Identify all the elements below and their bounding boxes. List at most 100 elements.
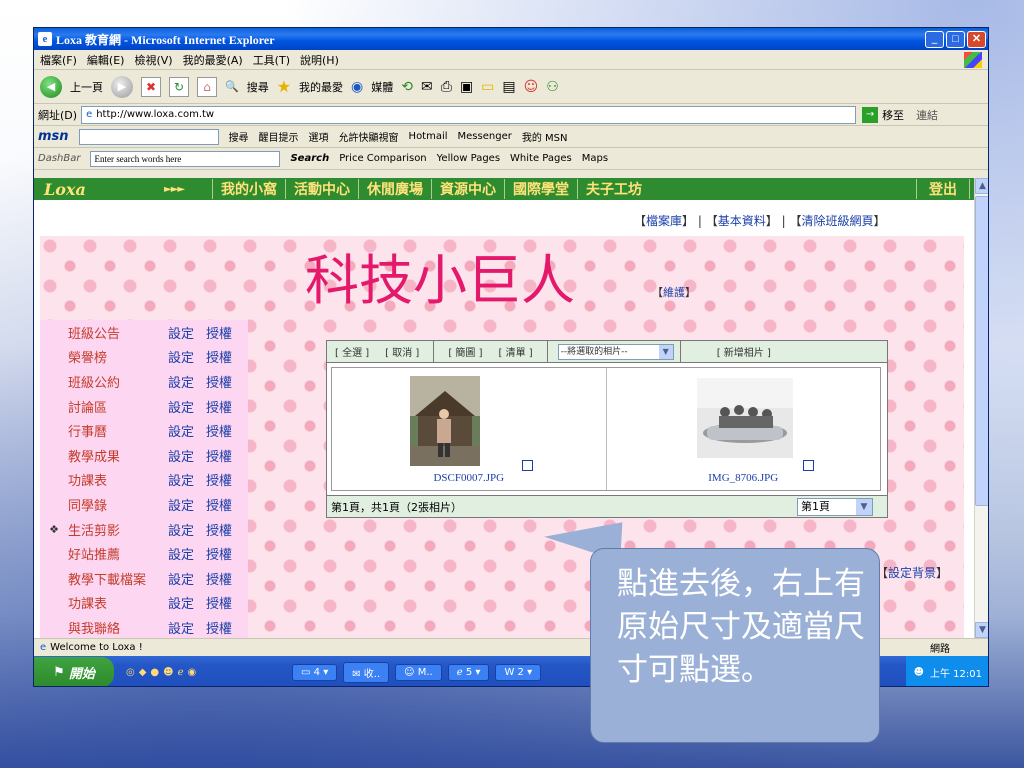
close-button[interactable]: ✕: [967, 30, 986, 48]
yellow-pages-link[interactable]: Yellow Pages: [437, 153, 500, 164]
selected-photos-action-select[interactable]: --將選取的相片-- ▼: [557, 343, 674, 360]
add-photo-button[interactable]: [ 新增相片 ]: [709, 344, 779, 359]
maps-link[interactable]: Maps: [582, 153, 608, 164]
list-view-button[interactable]: [ 清單 ]: [491, 344, 541, 359]
side-menu-permission-link[interactable]: 授權: [206, 372, 244, 391]
side-menu-item[interactable]: 班級公約: [68, 372, 168, 391]
links-label[interactable]: 連結: [916, 107, 938, 123]
side-menu-settings-link[interactable]: 設定: [168, 618, 206, 637]
maintain-link-label[interactable]: 維護: [663, 286, 685, 299]
side-menu-permission-link[interactable]: 授權: [206, 421, 244, 440]
logout-button[interactable]: 登出: [916, 179, 970, 199]
nav-leisure[interactable]: 休閒廣場: [358, 179, 431, 199]
side-menu-item[interactable]: 好站推薦: [68, 544, 168, 563]
nav-international[interactable]: 國際學堂: [504, 179, 577, 199]
stop-icon[interactable]: ✖: [141, 76, 161, 97]
scroll-thumb[interactable]: [975, 196, 988, 506]
side-menu-settings-link[interactable]: 設定: [168, 593, 206, 612]
mail-icon[interactable]: ✉: [421, 79, 433, 95]
home-icon[interactable]: ⌂: [197, 76, 217, 97]
side-menu-item[interactable]: 榮譽榜: [68, 347, 168, 366]
loxa-logo[interactable]: Loxa: [34, 180, 164, 199]
messenger-icon[interactable]: ☺: [524, 79, 539, 95]
nav-teacher[interactable]: 夫子工坊: [577, 179, 650, 199]
side-menu-permission-link[interactable]: 授權: [206, 520, 244, 539]
photo-filename[interactable]: IMG_8706.JPG: [607, 472, 881, 484]
address-input[interactable]: e http://www.loxa.com.tw: [81, 105, 857, 124]
side-menu-settings-link[interactable]: 設定: [168, 397, 206, 416]
minimize-button[interactable]: _: [925, 30, 944, 48]
msn-highlight-button[interactable]: 醒目提示: [259, 129, 299, 144]
set-background-link[interactable]: 設定背景: [888, 566, 936, 580]
contacts-icon[interactable]: ⚇: [546, 79, 559, 95]
side-menu-permission-link[interactable]: 授權: [206, 347, 244, 366]
maximize-button[interactable]: □: [946, 30, 965, 48]
side-menu-permission-link[interactable]: 授權: [206, 470, 244, 489]
clock[interactable]: 上午 12:01: [930, 665, 982, 680]
taskbar-item-messenger[interactable]: ☺ M..: [395, 663, 442, 681]
archive-link[interactable]: 檔案庫: [646, 214, 682, 228]
dashbar-search-button[interactable]: Search: [290, 153, 329, 164]
menu-tools[interactable]: 工具(T): [253, 52, 290, 68]
hotmail-button[interactable]: Hotmail: [409, 131, 448, 142]
menu-favorites[interactable]: 我的最愛(A): [183, 52, 243, 68]
side-menu-settings-link[interactable]: 設定: [168, 323, 206, 342]
side-menu-permission-link[interactable]: 授權: [206, 323, 244, 342]
messenger-button[interactable]: Messenger: [458, 131, 512, 142]
side-menu-item[interactable]: 功課表: [68, 470, 168, 489]
search-button-label[interactable]: 搜尋: [247, 79, 269, 95]
go-button-label[interactable]: 移至: [882, 107, 904, 123]
select-all-button[interactable]: [ 全選 ]: [327, 344, 377, 359]
nav-resources[interactable]: 資源中心: [431, 179, 504, 199]
scroll-up-icon[interactable]: ▲: [975, 178, 988, 194]
side-menu-permission-link[interactable]: 授權: [206, 495, 244, 514]
dashbar-search-input[interactable]: Enter search words here: [90, 150, 281, 167]
side-menu-item[interactable]: 行事曆: [68, 421, 168, 440]
quick-launch-icons[interactable]: ◎◆●☻ℯ◉: [126, 667, 286, 678]
photo-thumbnail[interactable]: [696, 378, 793, 458]
side-menu-settings-link[interactable]: 設定: [168, 520, 206, 539]
white-pages-link[interactable]: White Pages: [510, 153, 572, 164]
media-icon[interactable]: ◉: [351, 79, 363, 95]
msn-options-button[interactable]: 選項: [309, 129, 329, 144]
clear-class-page-link[interactable]: 清除班級網頁: [801, 214, 873, 228]
side-menu-item[interactable]: 教學成果: [68, 446, 168, 465]
side-menu-settings-link[interactable]: 設定: [168, 446, 206, 465]
taskbar-item-inbox[interactable]: ✉ 收..: [343, 661, 390, 683]
search-icon[interactable]: 🔍: [225, 80, 239, 93]
side-menu-settings-link[interactable]: 設定: [168, 347, 206, 366]
menu-view[interactable]: 檢視(V): [134, 52, 172, 68]
menu-file[interactable]: 檔案(F): [40, 52, 77, 68]
side-menu-permission-link[interactable]: 授權: [206, 397, 244, 416]
side-menu-settings-link[interactable]: 設定: [168, 372, 206, 391]
media-button-label[interactable]: 媒體: [371, 79, 393, 95]
favorites-button-label[interactable]: 我的最愛: [299, 79, 343, 95]
my-msn-button[interactable]: 我的 MSN: [522, 129, 568, 144]
photo-checkbox[interactable]: [802, 460, 814, 471]
side-menu-permission-link[interactable]: 授權: [206, 618, 244, 637]
side-menu-settings-link[interactable]: 設定: [168, 495, 206, 514]
side-menu-permission-link[interactable]: 授權: [206, 544, 244, 563]
side-menu-item[interactable]: 教學下載檔案: [68, 569, 168, 588]
page-select[interactable]: 第1頁 ▼: [797, 498, 873, 516]
photo-filename[interactable]: DSCF0007.JPG: [332, 472, 606, 484]
msn-logo[interactable]: msn: [38, 129, 69, 144]
msn-search-button[interactable]: 搜尋: [229, 129, 249, 144]
vertical-scrollbar[interactable]: ▲ ▼: [974, 178, 988, 638]
msn-search-input[interactable]: [78, 128, 219, 145]
start-button[interactable]: ⚑ 開始: [34, 657, 114, 686]
side-menu-item[interactable]: 與我聯絡: [68, 618, 168, 637]
cancel-button[interactable]: [ 取消 ]: [377, 344, 427, 359]
side-menu-item[interactable]: 討論區: [68, 397, 168, 416]
side-menu-item[interactable]: 班級公告: [68, 323, 168, 342]
side-menu-item[interactable]: 功課表: [68, 593, 168, 612]
print-icon[interactable]: ⎙: [441, 79, 452, 95]
folder-icon[interactable]: ▭: [481, 79, 494, 95]
price-comparison-link[interactable]: Price Comparison: [339, 153, 426, 164]
taskbar-item-ie[interactable]: ℯ 5 ▾: [447, 663, 490, 681]
menu-help[interactable]: 說明(H): [300, 52, 339, 68]
menu-edit[interactable]: 編輯(E): [87, 52, 125, 68]
nav-my-home[interactable]: 我的小窩: [212, 179, 285, 199]
address-url[interactable]: http://www.loxa.com.tw: [96, 107, 214, 123]
side-menu-permission-link[interactable]: 授權: [206, 593, 244, 612]
